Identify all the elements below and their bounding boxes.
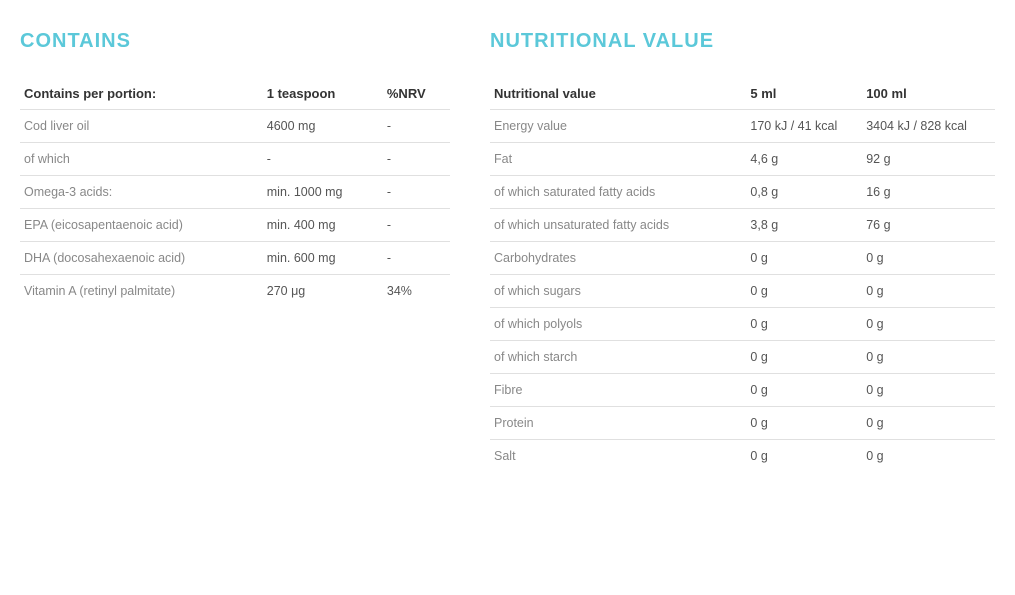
nutritional-row-5ml: 0 g bbox=[746, 440, 862, 473]
nutritional-row-100ml: 3404 kJ / 828 kcal bbox=[862, 110, 995, 143]
nutritional-row-5ml: 0 g bbox=[746, 407, 862, 440]
nutritional-row-5ml: 3,8 g bbox=[746, 209, 862, 242]
nutritional-title: NUTRITIONAL VALUE bbox=[490, 30, 995, 53]
nutritional-row: of which starch 0 g 0 g bbox=[490, 341, 995, 374]
nutritional-row: of which sugars 0 g 0 g bbox=[490, 275, 995, 308]
nutritional-row-5ml: 0 g bbox=[746, 308, 862, 341]
nutritional-row-100ml: 16 g bbox=[862, 176, 995, 209]
contains-col-label: Contains per portion: bbox=[20, 78, 263, 110]
nutritional-col-5ml: 5 ml bbox=[746, 78, 862, 110]
nutritional-header-row: Nutritional value 5 ml 100 ml bbox=[490, 78, 995, 110]
nutritional-row: Fibre 0 g 0 g bbox=[490, 374, 995, 407]
contains-row-label: Vitamin A (retinyl palmitate) bbox=[20, 275, 263, 308]
nutritional-col-label: Nutritional value bbox=[490, 78, 746, 110]
nutritional-row-100ml: 0 g bbox=[862, 242, 995, 275]
contains-row-value: min. 600 mg bbox=[263, 242, 383, 275]
nutritional-row-5ml: 0 g bbox=[746, 242, 862, 275]
page-container: CONTAINS Contains per portion: 1 teaspoo… bbox=[20, 30, 995, 472]
contains-row-nrv: - bbox=[383, 143, 450, 176]
nutritional-row-5ml: 0 g bbox=[746, 374, 862, 407]
nutritional-row: of which saturated fatty acids 0,8 g 16 … bbox=[490, 176, 995, 209]
nutritional-row: of which polyols 0 g 0 g bbox=[490, 308, 995, 341]
contains-row-nrv: - bbox=[383, 242, 450, 275]
contains-row-nrv: - bbox=[383, 176, 450, 209]
contains-row-label: of which bbox=[20, 143, 263, 176]
nutritional-row: Energy value 170 kJ / 41 kcal 3404 kJ / … bbox=[490, 110, 995, 143]
nutritional-row-label: Energy value bbox=[490, 110, 746, 143]
nutritional-row: Salt 0 g 0 g bbox=[490, 440, 995, 473]
contains-panel: CONTAINS Contains per portion: 1 teaspoo… bbox=[20, 30, 450, 472]
contains-row: Cod liver oil 4600 mg - bbox=[20, 110, 450, 143]
contains-row-nrv: - bbox=[383, 209, 450, 242]
nutritional-row-label: Carbohydrates bbox=[490, 242, 746, 275]
contains-row-nrv: 34% bbox=[383, 275, 450, 308]
contains-col-nrv: %NRV bbox=[383, 78, 450, 110]
nutritional-row-5ml: 4,6 g bbox=[746, 143, 862, 176]
contains-row-nrv: - bbox=[383, 110, 450, 143]
nutritional-row-label: of which starch bbox=[490, 341, 746, 374]
contains-row: Vitamin A (retinyl palmitate) 270 μg 34% bbox=[20, 275, 450, 308]
nutritional-row-label: of which sugars bbox=[490, 275, 746, 308]
contains-row-label: Omega-3 acids: bbox=[20, 176, 263, 209]
contains-row: DHA (docosahexaenoic acid) min. 600 mg - bbox=[20, 242, 450, 275]
contains-row: Omega-3 acids: min. 1000 mg - bbox=[20, 176, 450, 209]
contains-table: Contains per portion: 1 teaspoon %NRV Co… bbox=[20, 78, 450, 307]
nutritional-row-5ml: 170 kJ / 41 kcal bbox=[746, 110, 862, 143]
nutritional-row: Carbohydrates 0 g 0 g bbox=[490, 242, 995, 275]
nutritional-row-label: Fibre bbox=[490, 374, 746, 407]
contains-title: CONTAINS bbox=[20, 30, 450, 53]
nutritional-row-100ml: 76 g bbox=[862, 209, 995, 242]
nutritional-row-100ml: 0 g bbox=[862, 407, 995, 440]
nutritional-row-100ml: 92 g bbox=[862, 143, 995, 176]
nutritional-row-label: of which unsaturated fatty acids bbox=[490, 209, 746, 242]
nutritional-col-100ml: 100 ml bbox=[862, 78, 995, 110]
nutritional-row-100ml: 0 g bbox=[862, 308, 995, 341]
nutritional-row-100ml: 0 g bbox=[862, 275, 995, 308]
nutritional-panel: NUTRITIONAL VALUE Nutritional value 5 ml… bbox=[490, 30, 995, 472]
nutritional-row-5ml: 0 g bbox=[746, 275, 862, 308]
contains-header-row: Contains per portion: 1 teaspoon %NRV bbox=[20, 78, 450, 110]
contains-row-value: min. 1000 mg bbox=[263, 176, 383, 209]
nutritional-row-100ml: 0 g bbox=[862, 374, 995, 407]
contains-row-value: 270 μg bbox=[263, 275, 383, 308]
contains-row-value: 4600 mg bbox=[263, 110, 383, 143]
contains-row-label: Cod liver oil bbox=[20, 110, 263, 143]
nutritional-row-5ml: 0,8 g bbox=[746, 176, 862, 209]
nutritional-row-label: Protein bbox=[490, 407, 746, 440]
nutritional-row-label: of which saturated fatty acids bbox=[490, 176, 746, 209]
nutritional-row-100ml: 0 g bbox=[862, 341, 995, 374]
contains-row-label: EPA (eicosapentaenoic acid) bbox=[20, 209, 263, 242]
nutritional-row: Protein 0 g 0 g bbox=[490, 407, 995, 440]
contains-row-label: DHA (docosahexaenoic acid) bbox=[20, 242, 263, 275]
nutritional-row-label: Fat bbox=[490, 143, 746, 176]
nutritional-row-label: Salt bbox=[490, 440, 746, 473]
nutritional-row: of which unsaturated fatty acids 3,8 g 7… bbox=[490, 209, 995, 242]
nutritional-row-5ml: 0 g bbox=[746, 341, 862, 374]
contains-row-value: min. 400 mg bbox=[263, 209, 383, 242]
nutritional-row-100ml: 0 g bbox=[862, 440, 995, 473]
nutritional-row-label: of which polyols bbox=[490, 308, 746, 341]
nutritional-table: Nutritional value 5 ml 100 ml Energy val… bbox=[490, 78, 995, 472]
contains-row: of which - - bbox=[20, 143, 450, 176]
contains-row: EPA (eicosapentaenoic acid) min. 400 mg … bbox=[20, 209, 450, 242]
contains-row-value: - bbox=[263, 143, 383, 176]
contains-col-value: 1 teaspoon bbox=[263, 78, 383, 110]
nutritional-row: Fat 4,6 g 92 g bbox=[490, 143, 995, 176]
